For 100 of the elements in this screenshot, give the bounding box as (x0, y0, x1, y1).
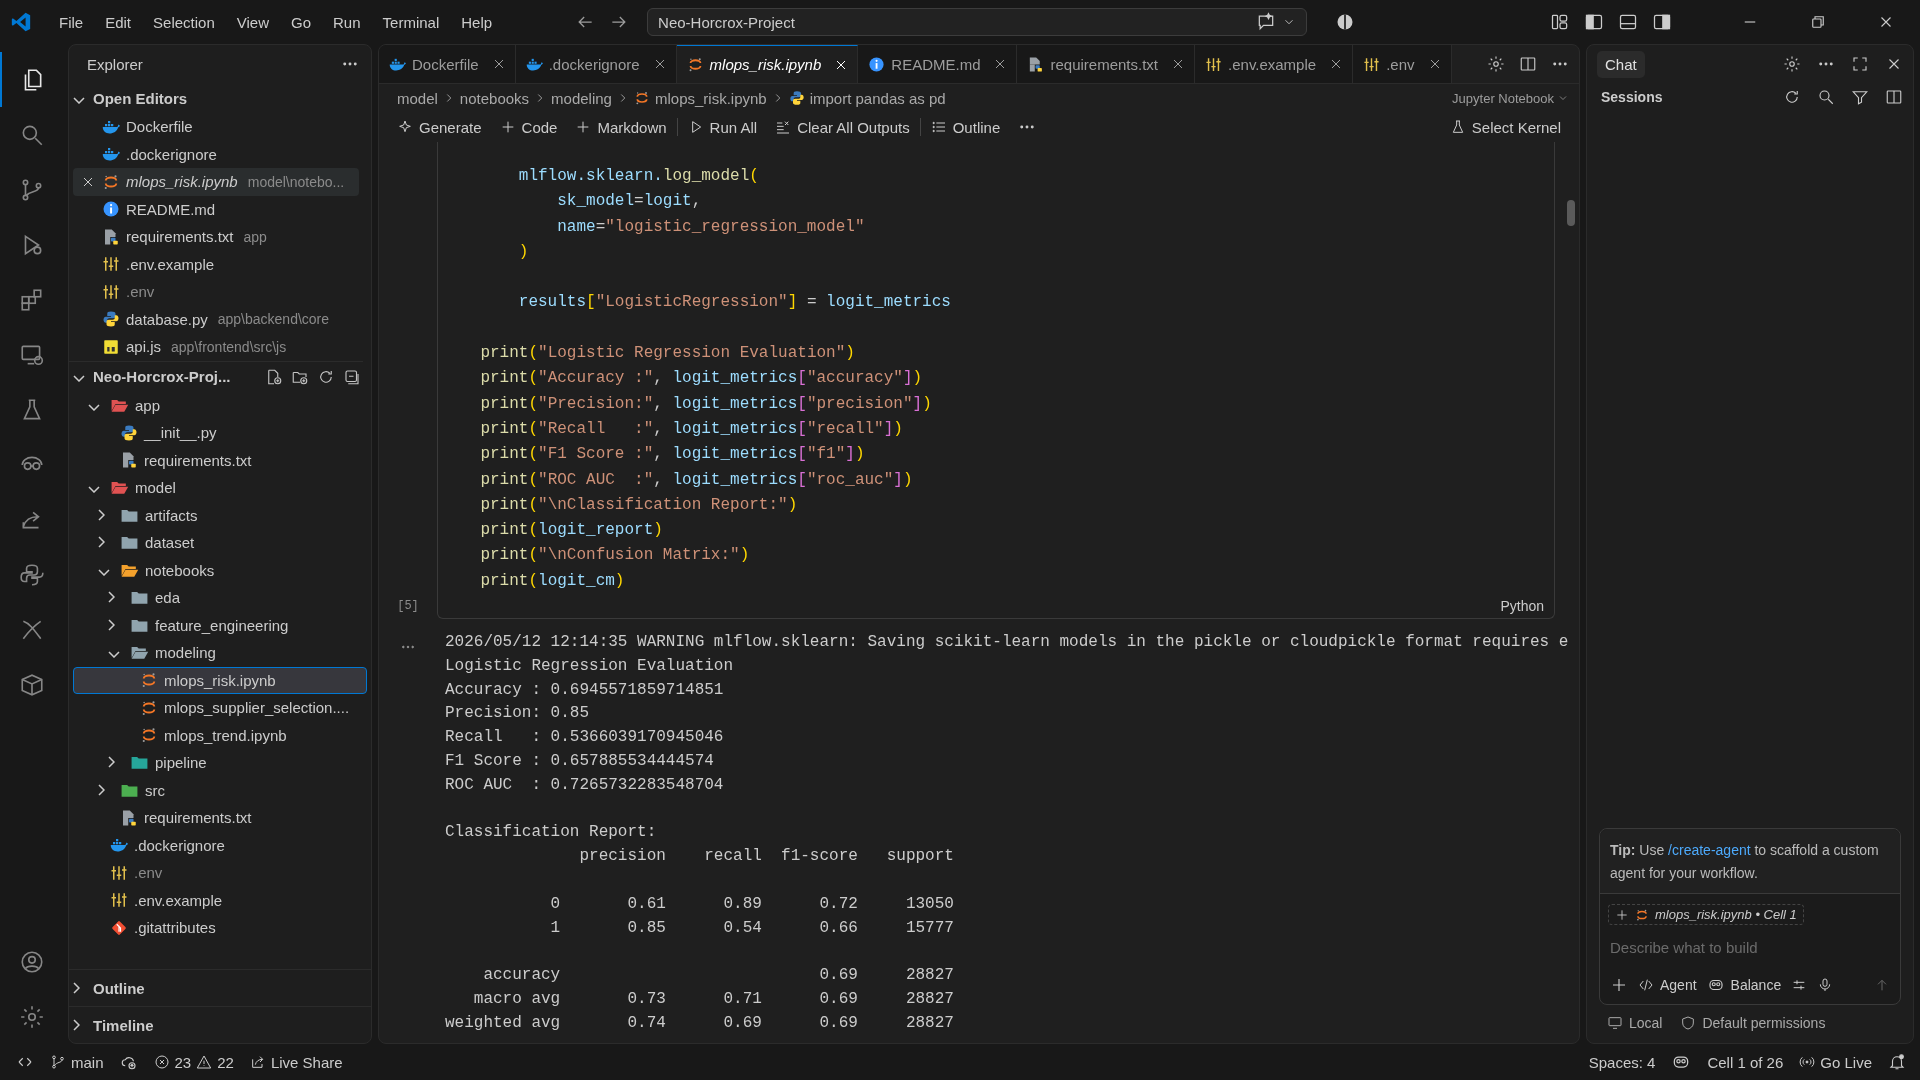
refresh-icon[interactable] (1783, 88, 1801, 106)
menu-item[interactable]: Terminal (373, 9, 449, 35)
editor-tab[interactable]: .env (1353, 45, 1452, 83)
split-editor-icon[interactable] (1519, 55, 1537, 73)
scrollbar-thumb[interactable] (1567, 200, 1575, 226)
location-picker[interactable]: Local (1607, 1015, 1663, 1031)
settings-icon[interactable] (19, 1003, 45, 1030)
collapse-all-icon[interactable] (343, 367, 361, 386)
breadcrumb[interactable]: model (397, 89, 438, 107)
open-editor-item[interactable]: api.js app\frontend\src\js (73, 333, 359, 361)
code-cell[interactable] (437, 142, 1555, 620)
open-editor-item[interactable]: Dockerfile (73, 113, 359, 141)
menu-item[interactable]: Go (282, 9, 320, 35)
tree-item[interactable]: artifacts (73, 501, 367, 529)
restore-icon[interactable] (1809, 13, 1827, 31)
open-editor-item[interactable]: .env (73, 278, 359, 306)
filter-icon[interactable] (1851, 88, 1869, 106)
breadcrumb[interactable]: import pandas as pd (788, 89, 946, 107)
breadcrumb[interactable]: modeling (551, 89, 612, 107)
tree-item[interactable]: requirements.txt (73, 446, 367, 474)
account-icon[interactable] (19, 948, 45, 975)
tree-item[interactable]: dataset (73, 529, 367, 557)
chat-tab[interactable]: Chat (1597, 50, 1645, 78)
tree-item[interactable]: .dockerignore (73, 831, 367, 859)
tree-item[interactable]: pipeline (73, 749, 367, 777)
split-view-icon[interactable] (1885, 88, 1903, 106)
open-editor-item[interactable]: requirements.txt app (73, 223, 359, 251)
toolbar-button[interactable]: Outline (922, 116, 1009, 138)
toolbar-button[interactable]: Markdown (567, 116, 675, 138)
section-header[interactable]: Neo-Horcrox-Proj... (69, 361, 371, 392)
go-live-status[interactable]: Go Live (1799, 1053, 1872, 1071)
tree-item[interactable]: modeling (73, 639, 367, 667)
tree-item[interactable]: app (73, 391, 367, 419)
open-editor-item[interactable]: database.py app\backend\core (73, 305, 359, 333)
section-header[interactable]: Timeline (69, 1010, 154, 1040)
editor-tab[interactable]: mlops_risk.ipynb (676, 45, 859, 83)
settings-icon[interactable] (1487, 55, 1505, 73)
tree-item[interactable]: mlops_risk.ipynb (73, 666, 367, 694)
tree-item[interactable]: __init__.py (73, 419, 367, 447)
new-file-icon[interactable] (265, 367, 283, 386)
settings-icon[interactable] (1783, 55, 1801, 73)
editor-tab[interactable]: README.md (858, 45, 1018, 83)
maximize-icon[interactable] (1851, 55, 1869, 73)
tree-item[interactable]: requirements.txt (73, 804, 367, 832)
tree-item[interactable]: model (73, 474, 367, 502)
tree-item[interactable]: notebooks (73, 556, 367, 584)
tree-item[interactable]: feature_engineering (73, 611, 367, 639)
menu-item[interactable]: File (50, 9, 93, 35)
menu-item[interactable]: Run (324, 9, 370, 35)
chat-input-box[interactable]: Tip: Use /create-agent to scaffold a custom agent for your workflow. mlops_risk.ipynb • Cell 1 Describe what to build Agent Balance (1599, 828, 1901, 1005)
layout-icon[interactable] (1550, 12, 1570, 32)
problems-status[interactable]: 23 22 (153, 1053, 234, 1071)
secondary-sidebar-toggle-icon[interactable] (1652, 12, 1672, 32)
menu-item[interactable]: Edit (96, 9, 141, 35)
toolbar-button[interactable]: Run All (679, 116, 766, 138)
breadcrumb[interactable]: mlops_risk.ipynb (633, 89, 767, 107)
toolbar-button[interactable]: Generate (389, 116, 490, 138)
editor-tab[interactable]: Dockerfile (379, 45, 516, 83)
python-icon[interactable] (19, 561, 45, 588)
open-editor-item[interactable]: .dockerignore (73, 140, 359, 168)
menu-item[interactable]: Help (452, 9, 502, 35)
status-item[interactable]: Spaces: 4 (1588, 1053, 1656, 1071)
branch-status[interactable]: main (50, 1053, 104, 1071)
tree-item[interactable]: .gitattributes (73, 914, 367, 942)
panel-toggle-icon[interactable] (1618, 12, 1638, 32)
editor-tab[interactable]: .dockerignore (515, 45, 677, 83)
toolbar-button[interactable]: Code (491, 116, 566, 138)
open-editor-item[interactable]: README.md (73, 195, 359, 223)
search-icon[interactable] (1817, 88, 1835, 106)
section-header[interactable]: Outline (69, 973, 145, 1003)
editor-tab[interactable]: .env.example (1195, 45, 1354, 83)
permissions-picker[interactable]: Default permissions (1680, 1015, 1826, 1031)
sidebar-toggle-icon[interactable] (1584, 12, 1604, 32)
warning-icon (196, 1054, 213, 1070)
select-kernel-button[interactable]: Select Kernel (1441, 116, 1569, 138)
tree-item[interactable]: .env (73, 859, 367, 887)
open-editor-item[interactable]: .env.example (73, 250, 359, 278)
tree-item[interactable]: eda (73, 584, 367, 612)
add-icon[interactable] (1610, 976, 1628, 994)
model-picker-button[interactable]: Balance (1706, 976, 1782, 994)
tree-item[interactable]: src (73, 776, 367, 804)
command-center-field[interactable]: Neo-Horcrox-Project (647, 8, 1308, 36)
menu-item[interactable]: View (227, 9, 278, 35)
bell-icon[interactable] (1888, 1053, 1906, 1071)
editor-tab[interactable]: requirements.txt (1017, 45, 1196, 83)
context-chip[interactable]: mlops_risk.ipynb • Cell 1 (1608, 904, 1804, 925)
section-header[interactable]: Open Editors (69, 83, 371, 113)
breadcrumb[interactable]: notebooks (459, 89, 530, 107)
cell-language-label[interactable]: Python (442, 598, 1544, 615)
menu-item[interactable]: Selection (144, 9, 224, 35)
tree-item[interactable]: mlops_trend.ipynb (73, 721, 367, 749)
tree-item[interactable]: mlops_supplier_selection.... (73, 694, 367, 722)
live-share-status[interactable]: Live Share (249, 1053, 343, 1071)
create-agent-link[interactable]: /create-agent (1668, 842, 1751, 858)
agent-mode-button[interactable]: Agent (1638, 977, 1697, 993)
tree-item[interactable]: .env.example (73, 886, 367, 914)
open-editor-item[interactable]: mlops_risk.ipynb model\notebo... (73, 168, 359, 196)
notebook-type-label[interactable]: Jupyter Notebook (1452, 90, 1569, 106)
toolbar-button[interactable]: Clear All Outputs (767, 116, 918, 138)
status-item[interactable]: Cell 1 of 26 (1707, 1053, 1784, 1071)
